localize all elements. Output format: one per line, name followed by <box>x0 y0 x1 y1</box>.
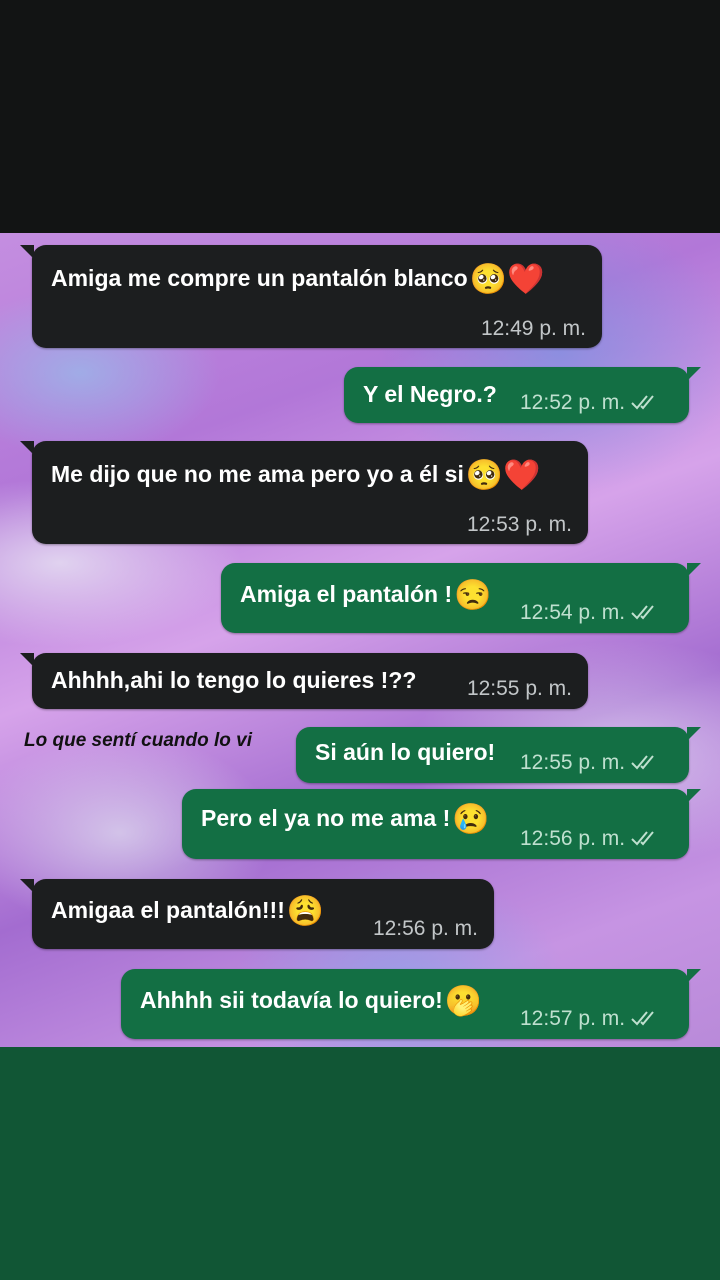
outgoing-message[interactable]: Y el Negro.? 12:52 p. m. <box>344 367 701 423</box>
overlay-caption: Lo que sentí cuando lo vi <box>24 730 253 751</box>
message-time: 12:52 p. m. <box>520 391 626 414</box>
message-time: 12:56 p. m. <box>520 827 626 850</box>
unamused-face-emoji-icon: 😒 <box>454 579 492 612</box>
bottom-green-band <box>0 1047 720 1280</box>
incoming-message[interactable]: Amiga me compre un pantalón blanco🥺❤️ 12… <box>20 245 602 348</box>
message-text: Amiga el pantalón ! <box>240 581 453 608</box>
read-double-check-icon <box>631 605 654 620</box>
read-double-check-icon <box>631 755 654 770</box>
read-double-check-icon <box>631 831 654 846</box>
read-double-check-icon <box>631 1011 654 1026</box>
message-text: Amiga me compre un pantalón blanco <box>51 265 468 292</box>
message-text: Si aún lo quiero! <box>315 739 496 765</box>
incoming-message[interactable]: Amigaa el pantalón!!!😩 12:56 p. m. <box>20 879 494 949</box>
incoming-message[interactable]: Me dijo que no me ama pero yo a él si🥺❤️… <box>20 441 588 544</box>
top-black-band <box>0 0 720 233</box>
outgoing-message[interactable]: Si aún lo quiero! 12:55 p. m. <box>296 727 701 783</box>
message-text: Ahhhh,ahi lo tengo lo quieres !?? <box>51 667 417 693</box>
pleading-heart-emoji-icon: 🥺❤️ <box>465 459 541 492</box>
message-time: 12:57 p. m. <box>520 1007 626 1030</box>
message-text: Pero el ya no me ama ! <box>201 805 451 832</box>
message-time: 12:55 p. m. <box>466 677 572 700</box>
read-double-check-icon <box>631 395 654 410</box>
incoming-message[interactable]: Ahhhh,ahi lo tengo lo quieres !?? 12:55 … <box>20 653 588 709</box>
message-time: 12:56 p. m. <box>372 917 478 940</box>
outgoing-message[interactable]: Pero el ya no me ama !😢 12:56 p. m. <box>182 789 701 859</box>
outgoing-message[interactable]: Ahhhh sii todavía lo quiero!🫢 12:57 p. m… <box>121 969 701 1039</box>
outgoing-message[interactable]: Amiga el pantalón !😒 12:54 p. m. <box>221 563 701 633</box>
message-text: Y el Negro.? <box>363 381 497 407</box>
pleading-heart-emoji-icon: 🥺❤️ <box>469 263 545 296</box>
face-with-hand-over-mouth-emoji-icon: 🫢 <box>444 985 483 1018</box>
message-time: 12:53 p. m. <box>466 513 572 536</box>
message-time: 12:54 p. m. <box>520 601 626 624</box>
chat-wallpaper: Amiga me compre un pantalón blanco🥺❤️ 12… <box>0 233 720 1047</box>
message-text: Ahhhh sii todavía lo quiero! <box>140 987 443 1014</box>
crying-face-emoji-icon: 😢 <box>452 803 490 836</box>
message-time: 12:49 p. m. <box>480 317 586 340</box>
weary-face-emoji-icon: 😩 <box>286 895 325 928</box>
message-text: Amigaa el pantalón!!! <box>51 897 285 924</box>
message-text: Me dijo que no me ama pero yo a él si <box>51 461 464 488</box>
message-time: 12:55 p. m. <box>520 751 626 774</box>
